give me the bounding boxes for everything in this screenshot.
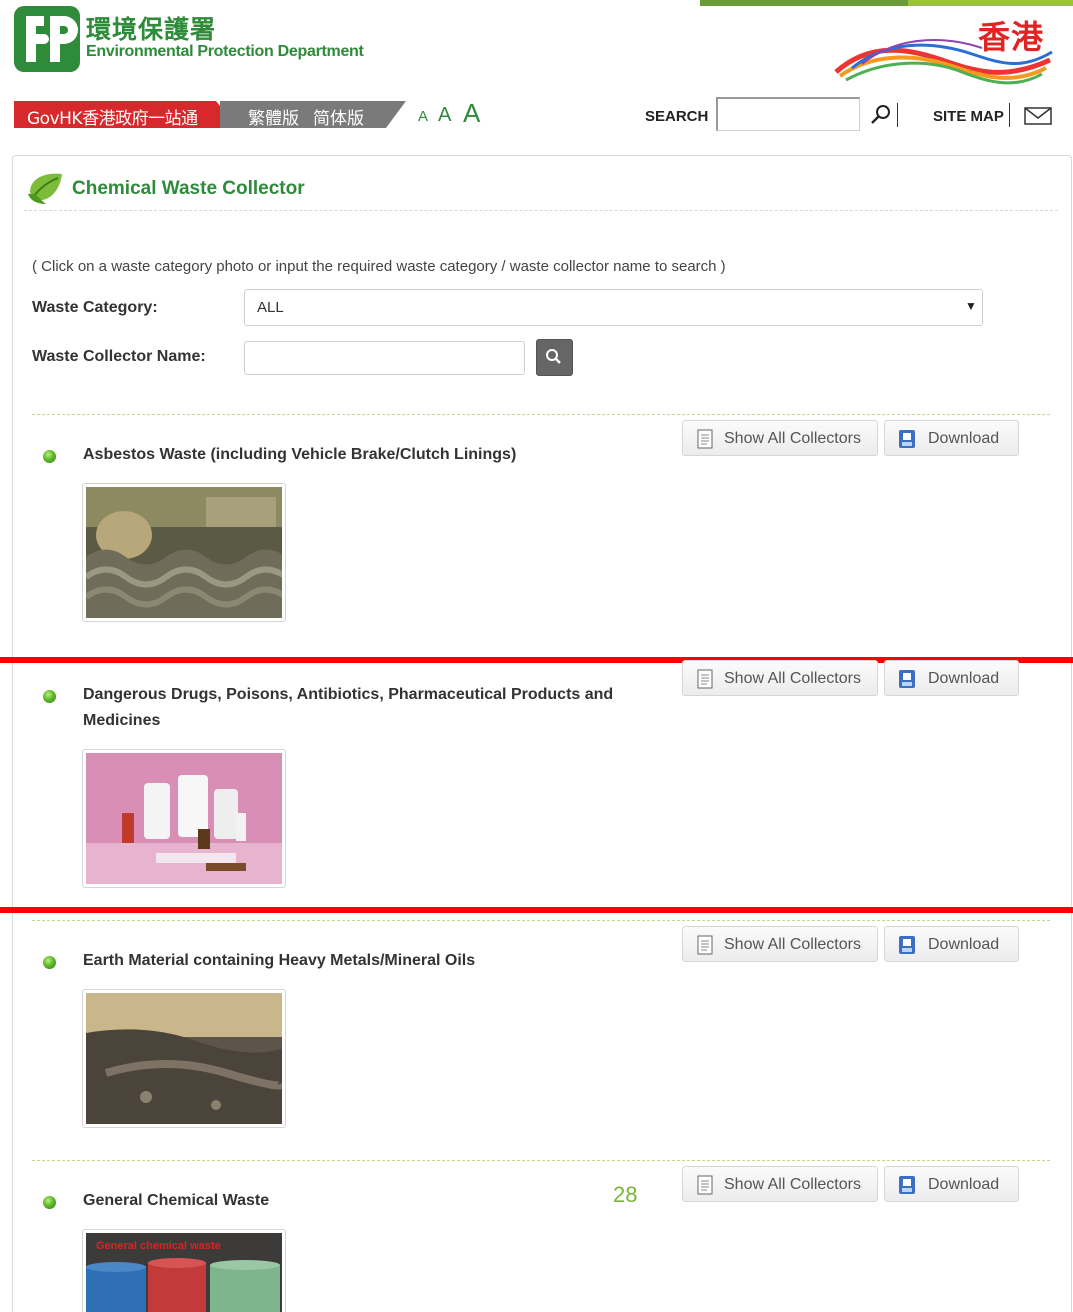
category-title-dangerous-drugs-line1[interactable]: Dangerous Drugs, Poisons, Antibiotics, P… bbox=[83, 682, 613, 708]
header-divider bbox=[897, 103, 898, 127]
collector-search-button[interactable] bbox=[536, 339, 573, 376]
show-all-collectors-label: Show All Collectors bbox=[724, 430, 861, 447]
document-icon bbox=[697, 429, 713, 449]
leaf-icon bbox=[28, 173, 62, 204]
bullet-icon bbox=[43, 690, 56, 703]
bullet-icon bbox=[43, 956, 56, 969]
epd-logo-icon[interactable] bbox=[14, 6, 80, 72]
show-all-collectors-button[interactable]: Show All Collectors bbox=[682, 926, 878, 962]
document-icon bbox=[697, 935, 713, 955]
annotation-red-line bbox=[0, 907, 1073, 913]
waste-category-selected-value: ALL bbox=[257, 299, 284, 316]
page: 環境保護署 Environmental Protection Departmen… bbox=[0, 0, 1073, 1312]
category-photo-earth-material[interactable] bbox=[82, 989, 286, 1128]
medicines-photo bbox=[86, 753, 282, 884]
show-all-collectors-label: Show All Collectors bbox=[724, 1176, 861, 1193]
show-all-collectors-button[interactable]: Show All Collectors bbox=[682, 1166, 878, 1202]
section-divider bbox=[32, 1160, 1050, 1161]
download-button[interactable]: Download bbox=[884, 420, 1019, 456]
search-icon[interactable] bbox=[870, 104, 892, 126]
download-icon bbox=[899, 1176, 915, 1194]
download-button[interactable]: Download bbox=[884, 926, 1019, 962]
waste-category-label: Waste Category: bbox=[32, 299, 158, 316]
show-all-collectors-label: Show All Collectors bbox=[724, 670, 861, 687]
download-button[interactable]: Download bbox=[884, 1166, 1019, 1202]
govhk-link[interactable]: GovHK香港政府一站通 bbox=[27, 104, 198, 129]
font-size-small-button[interactable]: A bbox=[418, 108, 428, 125]
show-all-collectors-label: Show All Collectors bbox=[724, 936, 861, 953]
collector-name-label: Waste Collector Name: bbox=[32, 348, 206, 365]
photo-caption: General chemical waste bbox=[96, 1240, 221, 1252]
mail-icon[interactable] bbox=[1024, 107, 1052, 125]
search-instruction: ( Click on a waste category photo or inp… bbox=[32, 258, 726, 275]
category-title-earth-material[interactable]: Earth Material containing Heavy Metals/M… bbox=[83, 948, 475, 974]
header-accent-strip bbox=[700, 0, 1073, 6]
search-label: SEARCH bbox=[645, 108, 709, 125]
document-icon bbox=[697, 1175, 713, 1195]
section-divider bbox=[32, 414, 1050, 415]
section-divider bbox=[32, 920, 1050, 921]
page-title: Chemical Waste Collector bbox=[72, 178, 305, 199]
category-title-asbestos[interactable]: Asbestos Waste (including Vehicle Brake/… bbox=[83, 442, 516, 468]
show-all-collectors-button[interactable]: Show All Collectors bbox=[682, 660, 878, 696]
hong-kong-brand-ribbon-icon bbox=[834, 39, 1053, 85]
asbestos-photo bbox=[86, 487, 282, 618]
general-chemical-photo: General chemical waste bbox=[86, 1233, 282, 1312]
site-map-link[interactable]: SITE MAP bbox=[933, 108, 1004, 125]
header-divider bbox=[1009, 103, 1010, 127]
department-name-en: Environmental Protection Department bbox=[86, 43, 364, 60]
bullet-icon bbox=[43, 450, 56, 463]
category-title-dangerous-drugs-line2[interactable]: Medicines bbox=[83, 708, 160, 734]
bullet-icon bbox=[43, 1196, 56, 1209]
download-icon bbox=[899, 430, 915, 448]
download-icon bbox=[899, 670, 915, 688]
category-photo-general-chemical[interactable]: General chemical waste bbox=[82, 1229, 286, 1312]
title-divider bbox=[24, 210, 1058, 211]
department-name-zh: 環境保護署 bbox=[86, 15, 217, 44]
search-icon bbox=[546, 349, 561, 364]
download-label: Download bbox=[928, 670, 1000, 687]
font-size-medium-button[interactable]: A bbox=[438, 104, 451, 127]
category-title-general-chemical[interactable]: General Chemical Waste bbox=[83, 1188, 269, 1214]
show-all-collectors-button[interactable]: Show All Collectors bbox=[682, 420, 878, 456]
download-label: Download bbox=[928, 1176, 1000, 1193]
download-button[interactable]: Download bbox=[884, 660, 1019, 696]
category-photo-asbestos[interactable] bbox=[82, 483, 286, 622]
font-size-large-button[interactable]: A bbox=[463, 98, 480, 129]
download-label: Download bbox=[928, 936, 1000, 953]
document-icon bbox=[697, 669, 713, 689]
language-bar-arrow bbox=[386, 101, 406, 128]
simplified-chinese-link[interactable]: 简体版 bbox=[313, 104, 364, 129]
category-photo-dangerous-drugs[interactable] bbox=[82, 749, 286, 888]
site-search-input[interactable] bbox=[716, 97, 860, 131]
waste-category-select[interactable] bbox=[244, 289, 983, 326]
page-number: 28 bbox=[613, 1182, 638, 1207]
content-panel bbox=[12, 155, 1072, 1312]
collector-name-input[interactable] bbox=[244, 341, 525, 375]
download-label: Download bbox=[928, 430, 1000, 447]
traditional-chinese-link[interactable]: 繁體版 bbox=[248, 104, 299, 129]
download-icon bbox=[899, 936, 915, 954]
dropdown-caret-icon: ▼ bbox=[965, 299, 977, 313]
earth-material-photo bbox=[86, 993, 282, 1124]
